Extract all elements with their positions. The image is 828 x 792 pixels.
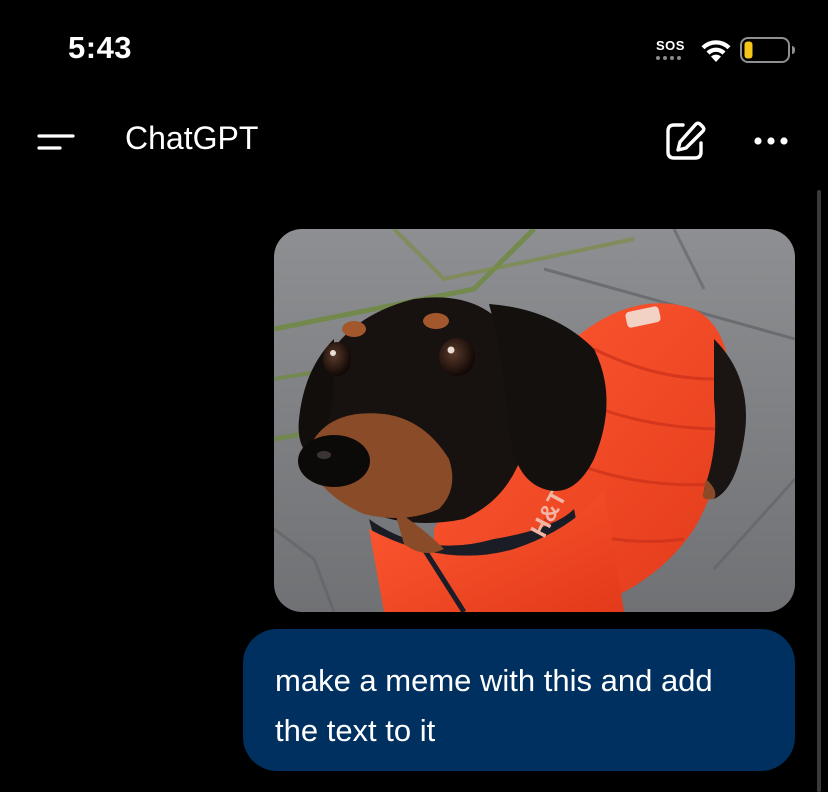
user-message-text: make a meme with this and add the text t… [275, 663, 713, 748]
status-bar: 5:43 SOS [0, 0, 828, 100]
status-time: 5:43 [68, 30, 133, 65]
new-chat-icon [666, 121, 706, 160]
menu-icon [37, 134, 75, 150]
signal-dots-icon [656, 56, 681, 60]
scrollbar[interactable] [817, 190, 821, 792]
sos-label: SOS [656, 38, 685, 53]
dog-photo: H&T [274, 229, 795, 612]
nav-bar: ChatGPT [0, 100, 828, 184]
wifi-icon [698, 36, 734, 69]
more-icon [754, 137, 788, 145]
sos-indicator: SOS [656, 38, 690, 64]
more-options-button[interactable] [748, 124, 794, 158]
menu-button[interactable] [36, 122, 80, 162]
user-message-bubble[interactable]: make a meme with this and add the text t… [243, 629, 795, 771]
app-title: ChatGPT [125, 120, 259, 156]
new-chat-button[interactable] [662, 118, 708, 164]
battery-icon [740, 37, 796, 68]
uploaded-image-message[interactable]: H&T [274, 229, 795, 612]
